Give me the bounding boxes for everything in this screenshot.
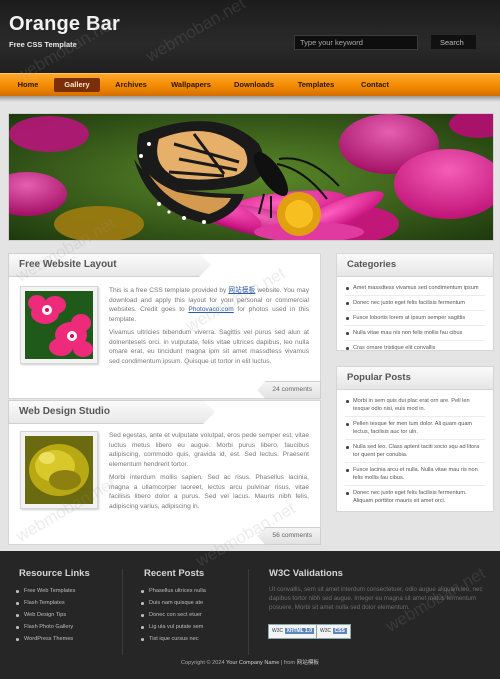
recent-post-link[interactable]: Duis nam quisque ate xyxy=(141,597,206,609)
category-item[interactable]: Amet massdtess vivamus sed condimentum i… xyxy=(345,281,485,296)
recent-post-link[interactable]: Tist ique cursus nec xyxy=(141,633,206,645)
butterfly-flower-photo xyxy=(9,114,493,240)
post-thumbnail[interactable] xyxy=(20,286,98,364)
post-title[interactable]: Free Website Layout xyxy=(19,254,117,276)
recent-post-link[interactable]: Donec con sect etuer xyxy=(141,609,206,621)
site-subtitle: Free CSS Template xyxy=(9,40,77,49)
category-item[interactable]: Nulla vitae mau nis non felis mollis fau… xyxy=(345,326,485,341)
copyright-line: Copyright © 2024 Your Company Name | fro… xyxy=(0,658,500,666)
popular-post-item[interactable]: Donec nec justo eget felis facilisis fer… xyxy=(345,486,485,508)
recent-post-link[interactable]: Lig ula vul putate sem xyxy=(141,621,206,633)
category-item[interactable]: Donec nec justo eget felis facilisis fer… xyxy=(345,296,485,311)
popular-post-item[interactable]: Pellen tesque fer men tum dolor. Ali qua… xyxy=(345,417,485,440)
company-name-link[interactable]: Your Company Name xyxy=(226,660,279,666)
popular-post-item[interactable]: Morbi in sem quis dui plac erat orn are.… xyxy=(345,394,485,417)
post-thumbnail[interactable] xyxy=(20,431,98,509)
resource-link[interactable]: Flash Photo Gallery xyxy=(16,621,75,633)
popular-posts-box: Popular Posts Morbi in sem quis dui plac… xyxy=(336,366,494,512)
template-site-link[interactable]: 网站模板 xyxy=(228,287,255,294)
nav-item-downloads[interactable]: Downloads xyxy=(228,78,280,92)
footer-divider xyxy=(248,569,249,655)
w3c-validations-text: Ut convallis, sem sit amet interdum cons… xyxy=(269,586,483,611)
copyright-text: | from xyxy=(279,660,297,666)
w3c-validations-title: W3C Validations xyxy=(269,568,343,579)
category-item[interactable]: Cras ornare tristique elit convallis xyxy=(345,341,485,355)
resource-link[interactable]: Flash Templates xyxy=(16,597,75,609)
popular-post-item[interactable]: Fusce lacinia arcu et nulla. Nulla vitae… xyxy=(345,463,485,486)
copyright-text: Copyright © 2024 xyxy=(180,660,227,666)
nav-item-wallpapers[interactable]: Wallpapers xyxy=(164,78,218,92)
popular-posts-title: Popular Posts xyxy=(337,367,493,390)
xhtml-valid-badge[interactable]: W3C XHTML 1.0 xyxy=(268,624,318,639)
main-nav: Home Gallery Archives Wallpapers Downloa… xyxy=(0,73,500,96)
categories-box: Categories Amet massdtess vivamus sed co… xyxy=(336,253,494,351)
resource-link[interactable]: Free Web Templates xyxy=(16,585,75,597)
categories-title: Categories xyxy=(337,254,493,277)
nav-item-gallery[interactable]: Gallery xyxy=(54,78,100,92)
post-title[interactable]: Web Design Studio xyxy=(19,401,110,423)
badge-css-label: CSS xyxy=(332,628,347,634)
nav-item-templates[interactable]: Templates xyxy=(290,78,342,92)
recent-posts-list: Phasellus ultrices nulla Duis nam quisqu… xyxy=(141,585,206,645)
post-body-text: Morbi interdum mollis sapien. Sed ac ris… xyxy=(109,474,309,510)
resource-links-title: Resource Links xyxy=(19,568,90,579)
site-title[interactable]: Orange Bar xyxy=(9,13,120,36)
resource-link[interactable]: WordPress Themes xyxy=(16,633,75,645)
popular-post-item[interactable]: Nulla sed leo. Class aptent taciti socio… xyxy=(345,440,485,463)
css-valid-badge[interactable]: W3C CSS xyxy=(316,624,351,639)
badge-w3c-label: W3C xyxy=(272,628,284,634)
recent-posts-title: Recent Posts xyxy=(144,568,205,579)
post-free-website-layout: Free Website Layout This is a free CSS t… xyxy=(8,253,321,399)
search-button[interactable]: Search xyxy=(431,35,476,49)
banner-image xyxy=(8,113,494,241)
post-title-tab: Web Design Studio xyxy=(8,400,215,424)
post-body-text: Vivamus ultricies bibendum viverra. Sagi… xyxy=(109,329,309,365)
template-site-link[interactable]: 网站模板 xyxy=(297,660,319,666)
nav-item-home[interactable]: Home xyxy=(12,78,44,92)
popular-posts-list: Morbi in sem quis dui plac erat orn are.… xyxy=(337,390,493,510)
nav-item-archives[interactable]: Archives xyxy=(106,78,156,92)
post-title-tab: Free Website Layout xyxy=(8,253,211,277)
post-intro-text: This is a free CSS template provided by … xyxy=(109,286,309,324)
categories-list: Amet massdtess vivamus sed condimentum i… xyxy=(337,277,493,357)
recent-post-link[interactable]: Phasellus ultrices nulla xyxy=(141,585,206,597)
category-item[interactable]: Fusce lobortis lorem at ipsum semper sag… xyxy=(345,311,485,326)
resource-links-list: Free Web Templates Flash Templates Web D… xyxy=(16,585,75,645)
nav-item-contact[interactable]: Contact xyxy=(354,78,396,92)
badge-w3c-label: W3C xyxy=(320,628,332,634)
post-text-part: This is a free CSS template provided by xyxy=(109,287,229,294)
photovaco-link[interactable]: Photovaco.com xyxy=(188,306,233,313)
badge-xhtml-label: XHTML 1.0 xyxy=(284,628,314,634)
search-input[interactable] xyxy=(294,35,418,50)
pink-flowers-image xyxy=(25,291,93,359)
comments-link[interactable]: 56 comments xyxy=(257,527,321,545)
post-intro-text: Sed egestas, ante et vulputate volutpat,… xyxy=(109,432,309,468)
nav-shadow xyxy=(0,96,500,102)
site-header: Orange Bar Free CSS Template Search xyxy=(0,0,500,73)
resource-link[interactable]: Web Design Tips xyxy=(16,609,75,621)
post-web-design-studio: Web Design Studio Sed egestas, ante et v… xyxy=(8,400,321,545)
footer-divider xyxy=(122,569,123,655)
comments-link[interactable]: 24 comments xyxy=(257,381,321,399)
yellow-flower-image xyxy=(25,436,93,504)
